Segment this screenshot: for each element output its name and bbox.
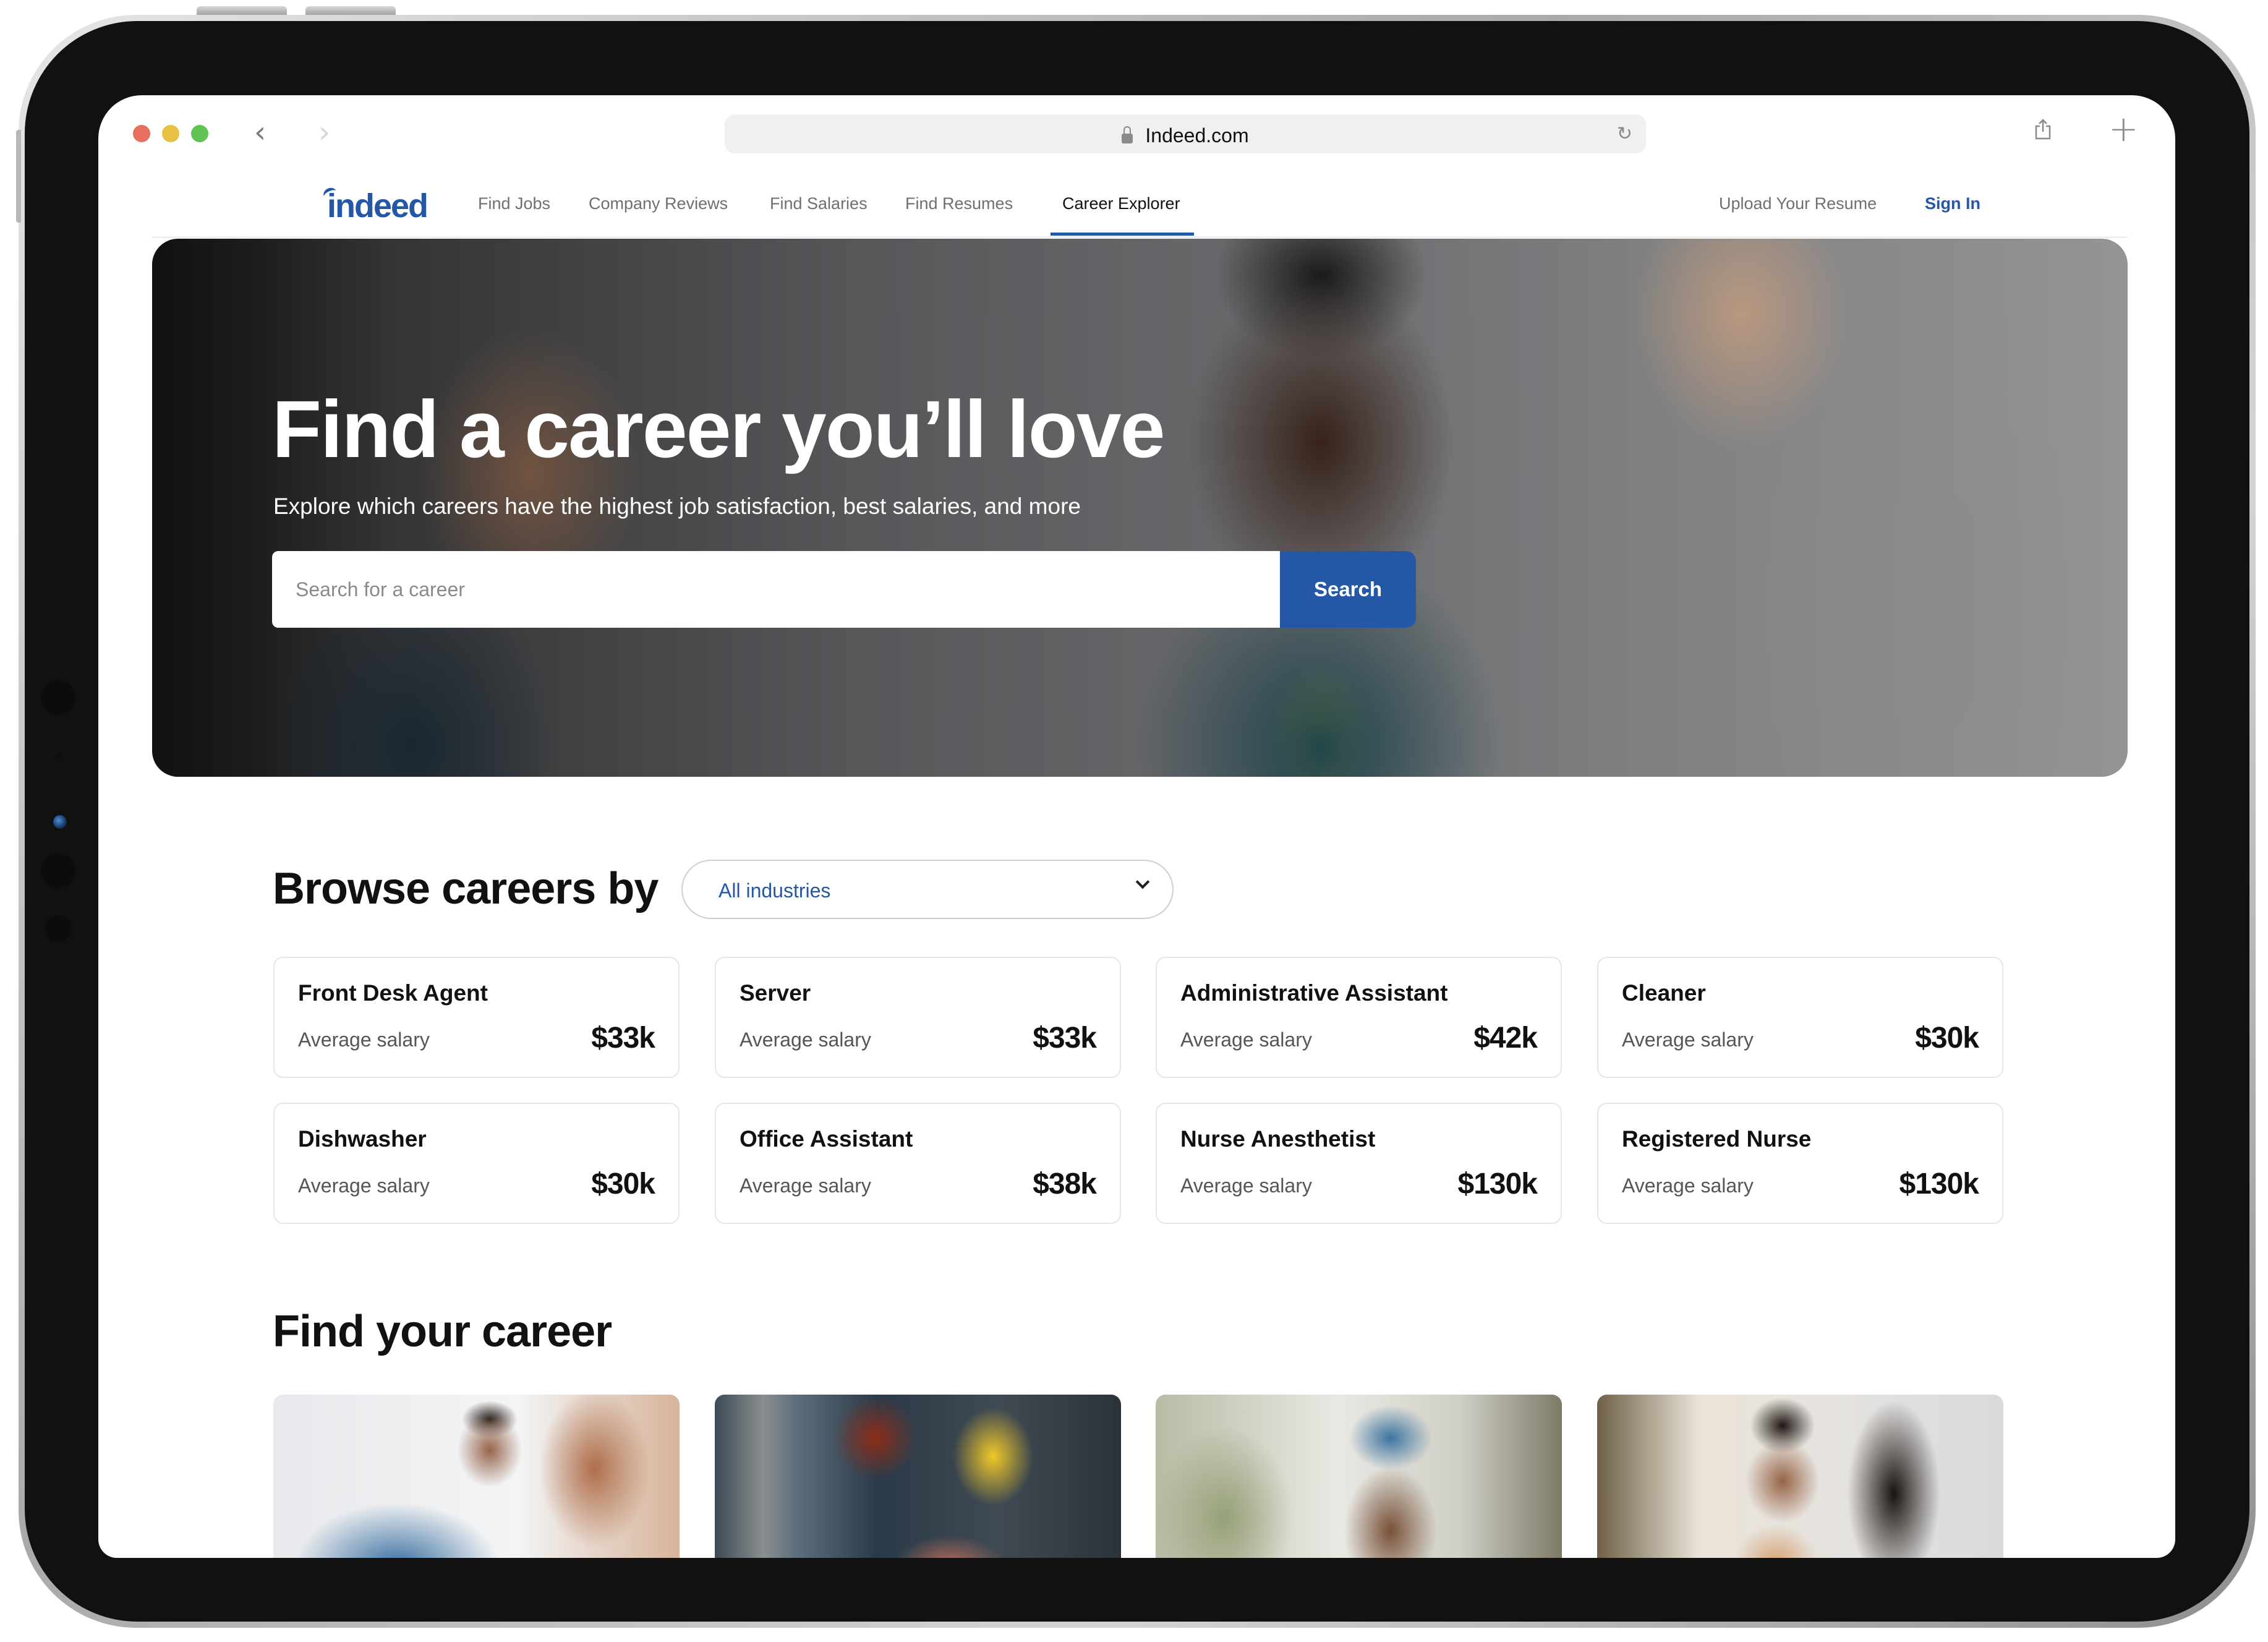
salary-value: $42k: [1473, 1022, 1538, 1054]
search-placeholder: Search for a career: [296, 578, 465, 601]
front-camera-icon: [53, 815, 67, 829]
nav-company-reviews[interactable]: Company Reviews: [589, 194, 728, 213]
career-card[interactable]: Office Assistant Average salary $38k: [715, 1103, 1121, 1224]
salary-label: Average salary: [740, 1174, 871, 1197]
delivery-driver-cap-photo[interactable]: [1156, 1395, 1562, 1558]
nav-career-explorer[interactable]: Career Explorer: [1062, 194, 1180, 213]
nurse-with-patient-photo[interactable]: [273, 1395, 680, 1558]
sign-in-link[interactable]: Sign In: [1925, 194, 1980, 213]
salary-label: Average salary: [1622, 1028, 1754, 1051]
url-text: Indeed.com: [1145, 124, 1249, 147]
career-card[interactable]: Registered Nurse Average salary $130k: [1597, 1103, 2003, 1224]
career-title: Server: [740, 980, 811, 1006]
forward-chevron-icon[interactable]: ›: [318, 118, 330, 147]
career-title: Nurse Anesthetist: [1180, 1126, 1376, 1152]
search-button[interactable]: Search: [1280, 551, 1416, 628]
browse-heading: Browse careers by: [273, 864, 659, 913]
indeed-logo[interactable]: indeed: [327, 187, 428, 225]
device-sensor: [56, 753, 61, 758]
career-title: Office Assistant: [740, 1126, 913, 1152]
find-career-heading: Find your career: [273, 1307, 612, 1356]
nav-find-salaries[interactable]: Find Salaries: [770, 194, 868, 213]
career-card[interactable]: Server Average salary $33k: [715, 957, 1121, 1078]
career-title: Administrative Assistant: [1180, 980, 1448, 1006]
share-icon[interactable]: [2034, 119, 2052, 140]
device-sensor: [41, 680, 75, 715]
salary-value: $30k: [1915, 1022, 1979, 1054]
salary-value: $130k: [1457, 1168, 1538, 1200]
nav-find-jobs[interactable]: Find Jobs: [478, 194, 550, 213]
career-card[interactable]: Dishwasher Average salary $30k: [273, 1103, 680, 1224]
maximize-window-button[interactable]: [191, 125, 208, 142]
career-card[interactable]: Cleaner Average salary $30k: [1597, 957, 2003, 1078]
hero-banner: Find a career you’ll love Explore which …: [152, 239, 2128, 777]
chevron-down-icon: [1135, 874, 1150, 889]
lock-icon: [1122, 126, 1133, 143]
salary-value: $38k: [1033, 1168, 1097, 1200]
salary-label: Average salary: [1180, 1174, 1312, 1197]
salary-value: $33k: [591, 1022, 655, 1054]
career-title: Dishwasher: [298, 1126, 427, 1152]
hero-title: Find a career you’ll love: [272, 383, 1165, 474]
close-window-button[interactable]: [133, 125, 150, 142]
reload-icon[interactable]: ↻: [1617, 123, 1632, 145]
career-title: Front Desk Agent: [298, 980, 488, 1006]
career-search-input[interactable]: Search for a career: [272, 551, 1280, 628]
dropdown-value: All industries: [718, 879, 831, 902]
salary-label: Average salary: [1622, 1174, 1754, 1197]
electrician-hard-hat-photo[interactable]: [715, 1395, 1121, 1558]
career-title: Cleaner: [1622, 980, 1706, 1006]
salary-label: Average salary: [1180, 1028, 1312, 1051]
minimize-window-button[interactable]: [162, 125, 179, 142]
salary-label: Average salary: [298, 1174, 430, 1197]
salary-value: $130k: [1899, 1168, 1979, 1200]
browser-window: ‹ › Indeed.com ↻ + indeed Find Jobs Comp…: [98, 95, 2175, 1558]
couple-reviewing-photo[interactable]: [1597, 1395, 2003, 1558]
career-title: Registered Nurse: [1622, 1126, 1812, 1152]
salary-label: Average salary: [740, 1028, 871, 1051]
salary-label: Average salary: [298, 1028, 430, 1051]
career-card[interactable]: Administrative Assistant Average salary …: [1156, 957, 1562, 1078]
back-chevron-icon[interactable]: ‹: [254, 118, 266, 147]
industry-dropdown[interactable]: All industries: [681, 860, 1174, 919]
career-card[interactable]: Nurse Anesthetist Average salary $130k: [1156, 1103, 1562, 1224]
salary-value: $33k: [1033, 1022, 1097, 1054]
active-tab-indicator: [1051, 233, 1194, 236]
new-tab-plus-icon[interactable]: +: [2108, 111, 2139, 147]
hero-subtitle: Explore which careers have the highest j…: [273, 494, 1081, 519]
device-sensor: [45, 915, 72, 943]
device-side-button: [16, 130, 21, 223]
address-bar[interactable]: Indeed.com ↻: [725, 114, 1646, 153]
career-card[interactable]: Front Desk Agent Average salary $33k: [273, 957, 680, 1078]
device-sensor: [41, 853, 75, 888]
address-bar-url: Indeed.com: [725, 124, 1646, 147]
upload-resume-link[interactable]: Upload Your Resume: [1719, 194, 1877, 213]
nav-divider: [152, 236, 2128, 238]
salary-value: $30k: [591, 1168, 655, 1200]
nav-find-resumes[interactable]: Find Resumes: [905, 194, 1013, 213]
